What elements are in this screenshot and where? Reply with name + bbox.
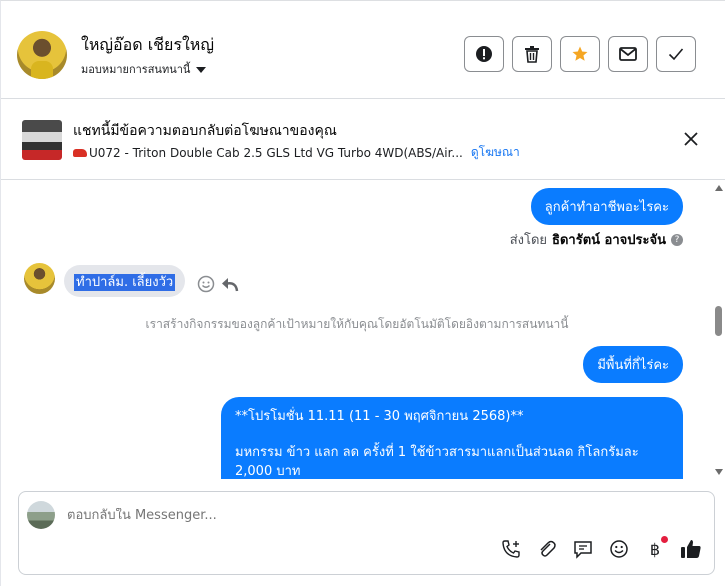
thumbs-up-icon xyxy=(681,540,701,558)
system-notice: เราสร้างกิจกรรมของลูกค้าเป้าหมายให้กับคุ… xyxy=(145,317,569,331)
sent-by-name: ธิดารัตน์ อาจประจัน xyxy=(552,233,666,248)
check-icon xyxy=(668,48,684,61)
react-smiley-icon[interactable] xyxy=(197,275,215,293)
notification-dot xyxy=(661,536,668,543)
envelope-icon xyxy=(619,47,637,61)
assign-label: มอบหมายการสนทนานี้ xyxy=(81,63,191,76)
incoming-message[interactable]: ทำปาล์ม. เลี้ยงวัว xyxy=(64,265,186,297)
car-icon xyxy=(73,148,87,157)
phone-plus-icon xyxy=(502,540,520,558)
close-icon[interactable] xyxy=(682,130,700,148)
like-button[interactable] xyxy=(680,538,702,560)
exclamation-circle-icon xyxy=(476,46,492,62)
composer-tools: ฿ xyxy=(500,536,702,560)
emoji-button[interactable] xyxy=(608,538,630,560)
contact-avatar-small xyxy=(24,263,55,294)
mark-done-button[interactable] xyxy=(656,36,696,72)
scrollbar-thumb[interactable] xyxy=(715,306,722,336)
help-icon[interactable]: ? xyxy=(671,233,683,246)
chat-bubble-icon xyxy=(574,541,592,559)
promo-line-1: **โปรโมชั่น 11.11 (11 - 30 พฤศจิกายน 256… xyxy=(235,409,524,424)
attach-button[interactable] xyxy=(536,538,558,560)
promo-line-3: 2,000 บาท xyxy=(235,464,301,479)
spam-button[interactable] xyxy=(464,36,504,72)
baht-icon: ฿ xyxy=(649,539,661,559)
mark-unread-button[interactable] xyxy=(608,36,648,72)
sent-by-prefix: ส่งโดย xyxy=(509,233,548,248)
conversation-header: ใหญ่อ๊อด เชียรใหญ่ มอบหมายการสนทนานี้ xyxy=(1,11,725,99)
scroll-down-arrow-icon[interactable] xyxy=(715,469,723,475)
scroll-up-arrow-icon[interactable] xyxy=(715,185,723,191)
ad-banner-title: แชทนี้มีข้อความตอบกลับต่อโฆษณาของคุณ xyxy=(73,123,337,139)
outgoing-message[interactable]: ลูกค้าทำอาชีพอะไรคะ xyxy=(530,188,683,225)
star-icon xyxy=(572,46,588,61)
trash-icon xyxy=(525,46,539,63)
contact-name[interactable]: ใหญ่อ๊อด เชียรใหญ่ xyxy=(81,33,214,58)
incoming-message-text: ทำปาล์ม. เลี้ยงวัว xyxy=(74,274,176,291)
call-button[interactable] xyxy=(500,538,522,560)
payment-button[interactable]: ฿ xyxy=(644,536,668,560)
star-button[interactable] xyxy=(560,36,600,72)
page-avatar xyxy=(27,501,55,529)
assign-conversation-dropdown[interactable]: มอบหมายการสนทนานี้ xyxy=(81,60,207,78)
view-ad-link[interactable]: ดูโฆษณา xyxy=(471,143,520,162)
ad-name: U072 - Triton Double Cab 2.5 GLS Ltd VG … xyxy=(89,145,463,160)
contact-avatar[interactable] xyxy=(17,31,67,79)
promo-line-2: มหกรรม ข้าว แลก ลด ครั้งที่ 1 ใช้ข้าวสาร… xyxy=(235,445,639,460)
ad-banner-subtitle: U072 - Triton Double Cab 2.5 GLS Ltd VG … xyxy=(73,143,520,162)
sent-by-label: ส่งโดย ธิดารัตน์ อาจประจัน ? xyxy=(510,229,683,250)
reply-composer: ฿ xyxy=(18,491,715,575)
conversation-panel: ใหญ่อ๊อด เชียรใหญ่ มอบหมายการสนทนานี้ แช… xyxy=(0,0,725,586)
chevron-down-icon xyxy=(196,66,207,73)
thread-scrollbar[interactable] xyxy=(712,181,725,479)
reply-input[interactable] xyxy=(67,508,467,523)
outgoing-promo-message[interactable]: **โปรโมชั่น 11.11 (11 - 30 พฤศจิกายน 256… xyxy=(221,397,683,479)
ad-subtitle-text: U072 - Triton Double Cab 2.5 GLS Ltd VG … xyxy=(73,146,463,160)
paperclip-icon xyxy=(540,540,556,557)
message-actions xyxy=(197,275,239,293)
header-actions xyxy=(464,36,696,72)
ad-reply-banner: แชทนี้มีข้อความตอบกลับต่อโฆษณาของคุณ U07… xyxy=(1,100,725,180)
saved-replies-button[interactable] xyxy=(572,538,594,560)
message-thread[interactable]: ลูกค้าทำอาชีพอะไรคะ ส่งโดย ธิดารัตน์ อาจ… xyxy=(1,181,713,479)
emoji-icon xyxy=(610,540,628,558)
ad-thumbnail[interactable] xyxy=(22,120,62,160)
outgoing-message[interactable]: มีพื้นที่กี่ไร่คะ xyxy=(583,346,683,383)
delete-button[interactable] xyxy=(512,36,552,72)
reply-icon[interactable] xyxy=(221,276,239,292)
